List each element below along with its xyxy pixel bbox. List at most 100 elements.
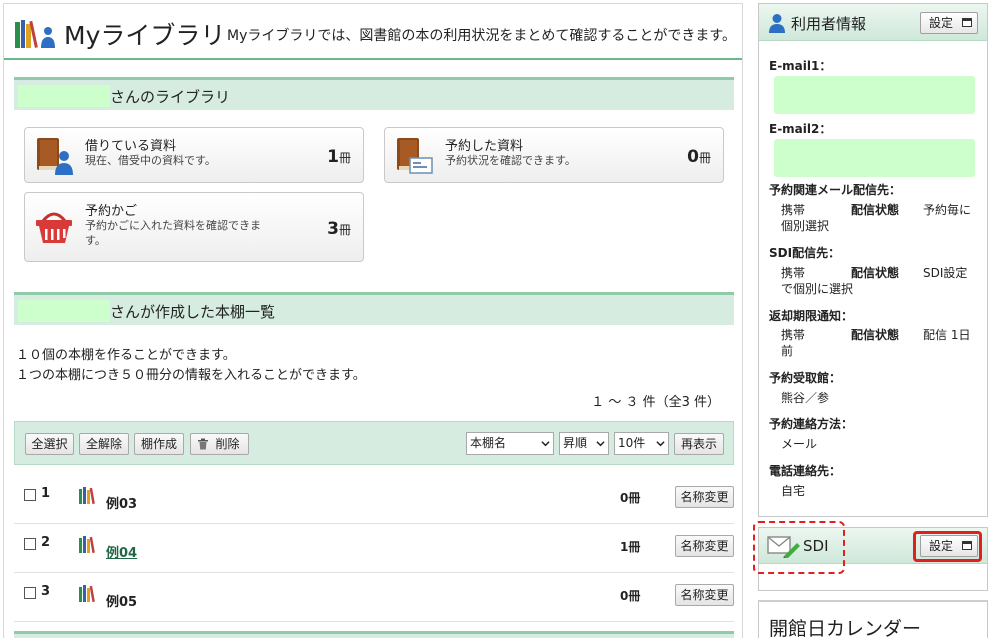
table-row: 3 例05 0冊 名称変更 — [14, 573, 734, 622]
user-info-panel: 利用者情報 設定 E-mail1： E-mail2： 予約関連メール配信先： 携… — [758, 3, 988, 517]
reserved-book-icon — [397, 138, 433, 174]
shelf-capacity-info: １つの本棚につき５０冊分の情報を入れることができます。 — [16, 368, 366, 383]
result-range: １ ～ ３ 件（全3 件） — [591, 395, 720, 410]
due-device: 携帯 — [781, 328, 806, 342]
reserve-mail-value: 予約毎に — [923, 203, 972, 217]
sort-order-select[interactable]: 昇順 — [559, 432, 609, 455]
row-checkbox[interactable] — [24, 489, 36, 501]
window-icon — [962, 18, 972, 27]
borrowed-items-card[interactable]: 借りている資料 現在、借受中の資料です。 1冊 — [24, 127, 364, 183]
shelf-name[interactable]: 例03 — [106, 493, 137, 512]
rename-button[interactable]: 名称変更 — [675, 486, 734, 508]
basket-icon — [36, 212, 72, 243]
delete-label: 削除 — [215, 437, 240, 451]
card-subtitle: 現在、借受中の資料です。 — [85, 154, 216, 167]
page-title: Myライブラリ — [64, 21, 226, 50]
count-unit: 冊 — [698, 151, 711, 165]
select-all-button[interactable]: 全選択 — [25, 433, 74, 455]
redisplay-button[interactable]: 再表示 — [674, 433, 724, 455]
due-status-label: 配信状態 — [851, 328, 900, 342]
rename-button[interactable]: 名称変更 — [675, 584, 734, 606]
contact-method-label: 予約連絡方法： — [769, 417, 854, 431]
row-checkbox[interactable] — [24, 587, 36, 599]
chevron-down-icon — [596, 441, 605, 447]
sort-order-value: 昇順 — [563, 436, 588, 450]
phone-contact-value: 自宅 — [781, 484, 806, 498]
sdi-value-cont: で個別に選択 — [781, 282, 854, 296]
sdi-destination-label: SDI配信先： — [769, 246, 841, 260]
user-settings-button[interactable]: 設定 — [920, 12, 978, 34]
pickup-library-label: 予約受取館： — [769, 371, 842, 385]
due-value-cont: 前 — [781, 344, 794, 358]
library-section-title: さんのライブラリ — [110, 88, 231, 106]
settings-label: 設定 — [929, 16, 954, 30]
due-notice-label: 返却期限通知： — [769, 309, 854, 323]
shelf-name[interactable]: 例05 — [106, 591, 137, 610]
deselect-all-button[interactable]: 全解除 — [79, 433, 129, 455]
redacted-user-name — [18, 300, 110, 322]
pickup-library-value: 熊谷／参 — [781, 391, 830, 405]
table-row: 1 例03 0冊 名称変更 — [14, 475, 734, 524]
bookshelf-icon — [79, 487, 95, 505]
card-count: 0冊 — [687, 147, 711, 167]
library-section-header: さんのライブラリ — [14, 77, 734, 110]
card-title: 予約した資料 — [445, 139, 524, 154]
card-subtitle: 予約状況を確認できます。 — [445, 154, 576, 167]
count-value: 3 — [327, 219, 339, 239]
email2-value-redacted — [774, 139, 975, 177]
chevron-down-icon — [541, 441, 550, 447]
redacted-user-name — [18, 85, 110, 107]
sort-field-value: 本棚名 — [470, 436, 507, 450]
shelf-limit-info: １０個の本棚を作ることができます。 — [16, 348, 236, 363]
sdi-device: 携帯 — [781, 266, 806, 280]
row-number: 1 — [41, 486, 51, 501]
per-page-select[interactable]: 10件 — [614, 432, 669, 455]
user-info-header: 利用者情報 設定 — [759, 4, 987, 41]
sort-field-select[interactable]: 本棚名 — [466, 432, 554, 455]
reserve-mail-value-cont: 個別選択 — [781, 219, 830, 233]
rename-button[interactable]: 名称変更 — [675, 535, 734, 557]
sdi-settings-highlight — [913, 531, 982, 562]
books-user-icon — [15, 20, 55, 48]
card-subtitle: 予約かごに入れた資料を確認できます。 — [85, 219, 261, 247]
main-content: Myライブラリ Myライブラリでは、図書館の本の利用状況をまとめて確認することが… — [3, 3, 743, 638]
shelf-count: 1冊 — [620, 540, 641, 554]
shelves-section-header: さんが作成した本棚一覧 — [14, 292, 734, 325]
sdi-value: SDI設定 — [923, 266, 968, 280]
reserved-items-card[interactable]: 予約した資料 予約状況を確認できます。 0冊 — [384, 127, 724, 183]
card-title: 予約かご — [85, 204, 138, 219]
reserve-mail-label: 予約関連メール配信先： — [769, 183, 902, 197]
reservation-basket-card[interactable]: 予約かご 予約かごに入れた資料を確認できます。 3冊 — [24, 192, 364, 262]
phone-contact-label: 電話連絡先： — [769, 464, 842, 478]
email1-label: E-mail1： — [769, 59, 832, 73]
section-divider — [14, 631, 734, 638]
reserve-mail-status-label: 配信状態 — [851, 203, 900, 217]
calendar-title: 開館日カレンダー — [769, 618, 922, 638]
create-shelf-button[interactable]: 棚作成 — [134, 433, 184, 455]
chevron-down-icon — [656, 441, 665, 447]
count-unit: 冊 — [338, 223, 351, 237]
count-unit: 冊 — [338, 151, 351, 165]
sdi-status-label: 配信状態 — [851, 266, 900, 280]
shelf-toolbar: 全選択 全解除 棚作成 削除 本棚名 昇順 10件 再表示 — [14, 421, 734, 465]
card-count: 1冊 — [327, 147, 351, 167]
trash-icon — [198, 438, 208, 450]
email2-label: E-mail2： — [769, 122, 832, 136]
reserve-mail-device: 携帯 — [781, 203, 806, 217]
row-number: 2 — [41, 535, 51, 550]
per-page-value: 10件 — [618, 436, 646, 450]
bookshelf-icon — [79, 536, 95, 554]
borrowed-book-user-icon — [37, 138, 73, 175]
table-row: 2 例04 1冊 名称変更 — [14, 524, 734, 573]
page-description: Myライブラリでは、図書館の本の利用状況をまとめて確認することができます。 — [227, 28, 736, 44]
row-checkbox[interactable] — [24, 538, 36, 550]
sdi-title-highlight — [753, 521, 845, 574]
card-title: 借りている資料 — [85, 139, 177, 154]
delete-button[interactable]: 削除 — [190, 433, 249, 455]
contact-method-value: メール — [781, 437, 818, 451]
shelves-section-title: さんが作成した本棚一覧 — [110, 303, 276, 321]
shelf-name-link[interactable]: 例04 — [106, 542, 137, 561]
page-header: Myライブラリ Myライブラリでは、図書館の本の利用状況をまとめて確認することが… — [4, 4, 742, 60]
user-info-title: 利用者情報 — [791, 15, 867, 33]
bookshelf-icon — [79, 585, 95, 603]
